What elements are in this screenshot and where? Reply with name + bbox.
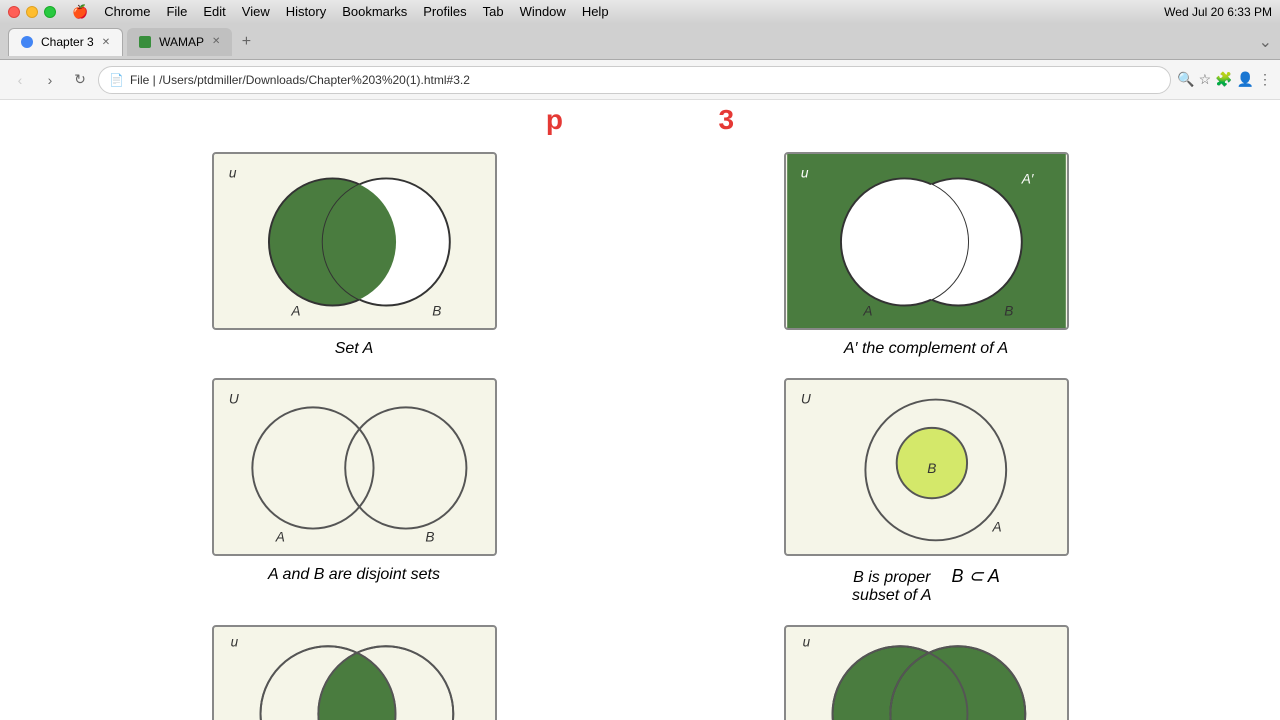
tab-close-chapter3[interactable]: ✕	[102, 37, 110, 48]
tab-overflow-button[interactable]: ⌄	[1259, 32, 1272, 52]
venn-svg-bottom-right: u	[786, 627, 1067, 720]
circle-a-label-disj: A	[274, 529, 284, 544]
back-button[interactable]: ‹	[8, 68, 32, 92]
circle-b-label-disj: B	[425, 529, 434, 544]
venn-box-set-a: u A B	[212, 152, 497, 330]
menu-help[interactable]: Help	[582, 4, 609, 20]
caption-proper-subset-container: B is propersubset of A B ⊂ A	[852, 566, 1000, 605]
diagram-set-a: u A B Set A	[80, 152, 628, 358]
caption-complement-a: A′ the complement of A	[844, 340, 1008, 358]
toolbar-right: 🔍 ☆ 🧩 👤 ⋮	[1177, 71, 1272, 88]
set-a-italic: A	[363, 340, 374, 357]
corner-label-u: u	[228, 165, 236, 180]
venn-box-complement-a: u A′ A B	[784, 152, 1069, 330]
diagrams-row-3: u u	[80, 625, 1200, 720]
menu-file[interactable]: File	[166, 4, 187, 20]
titlebar: 🍎 Chrome File Edit View History Bookmark…	[0, 0, 1280, 24]
venn-svg-bottom-left: u	[214, 627, 495, 720]
venn-svg-complement-a: u A′ A B	[786, 154, 1067, 328]
venn-svg-set-a: u A B	[214, 154, 495, 328]
time-display: Wed Jul 20 6:33 PM	[1164, 5, 1272, 19]
address-input[interactable]: 📄 File | /Users/ptdmiller/Downloads/Chap…	[98, 66, 1171, 94]
menu-profiles[interactable]: Profiles	[423, 4, 466, 20]
caption-proper-subset-text: B is propersubset of A	[852, 569, 931, 605]
address-text[interactable]: File | /Users/ptdmiller/Downloads/Chapte…	[130, 73, 470, 87]
traffic-lights[interactable]	[8, 6, 56, 18]
tab-close-wamap[interactable]: ✕	[212, 36, 220, 47]
prime-label: A′	[1020, 171, 1033, 186]
circle-b-label-comp: B	[1004, 303, 1013, 318]
tab-label-chapter3: Chapter 3	[41, 35, 94, 49]
diagram-complement-a: u A′ A B A′ the complement of A	[652, 152, 1200, 358]
menu-window[interactable]: Window	[520, 4, 566, 20]
menu-view[interactable]: View	[242, 4, 270, 20]
corner-label-u-comp: u	[800, 165, 808, 180]
new-tab-button[interactable]: +	[236, 32, 256, 52]
more-icon[interactable]: ⋮	[1258, 71, 1272, 88]
caption-set-a: Set A	[335, 340, 374, 358]
tab-favicon-chapter3	[21, 36, 33, 48]
menu-apple[interactable]: 🍎	[72, 4, 88, 20]
caption-proper-subset-symbol: B ⊂ A	[952, 566, 1000, 587]
titlebar-right: Wed Jul 20 6:33 PM	[1164, 5, 1272, 19]
tab-label-wamap: WAMAP	[159, 35, 204, 49]
tab-favicon-wamap	[139, 36, 151, 48]
tab-bar: Chapter 3 ✕ WAMAP ✕ + ⌄	[0, 24, 1280, 60]
circle-a-label: A	[290, 303, 300, 318]
corner-label-U-sub: U	[800, 391, 810, 406]
venn-svg-disjoint: U A B	[214, 380, 495, 554]
profile-icon[interactable]: 👤	[1237, 71, 1254, 88]
menu-tab[interactable]: Tab	[483, 4, 504, 20]
close-button[interactable]	[8, 6, 20, 18]
circle-a-label-sub: A	[991, 520, 1001, 535]
corner-label-u-bot-left: u	[230, 634, 238, 649]
tab-chapter3[interactable]: Chapter 3 ✕	[8, 28, 123, 56]
corner-label-u-bot-right: u	[802, 634, 810, 649]
menu-bar: 🍎 Chrome File Edit View History Bookmark…	[72, 4, 609, 20]
diagram-proper-subset: U B A B is propersubset of A B ⊂ A	[652, 378, 1200, 605]
caption-disjoint: A and B are disjoint sets	[268, 566, 440, 584]
bookmark-icon[interactable]: ☆	[1199, 71, 1212, 88]
venn-svg-proper-subset: U B A	[786, 380, 1067, 554]
menu-history[interactable]: History	[286, 4, 326, 20]
diagrams-row-1: u A B Set A	[80, 152, 1200, 358]
header-text: p 3	[546, 104, 734, 135]
menu-bookmarks[interactable]: Bookmarks	[342, 4, 407, 20]
reload-button[interactable]: ↻	[68, 68, 92, 92]
address-bar: ‹ › ↻ 📄 File | /Users/ptdmiller/Download…	[0, 60, 1280, 100]
main-content: p 3	[0, 100, 1280, 720]
venn-box-bottom-left: u	[212, 625, 497, 720]
page-header: p 3	[80, 100, 1200, 152]
tab-wamap[interactable]: WAMAP ✕	[127, 28, 232, 56]
circle-b-label: B	[432, 303, 441, 318]
menu-chrome[interactable]: Chrome	[104, 4, 150, 20]
lock-icon: 📄	[109, 73, 124, 87]
extension-icon[interactable]: 🧩	[1215, 71, 1232, 88]
diagram-bottom-right: u	[652, 625, 1200, 720]
venn-box-proper-subset: U B A	[784, 378, 1069, 556]
maximize-button[interactable]	[44, 6, 56, 18]
menu-edit[interactable]: Edit	[203, 4, 225, 20]
minimize-button[interactable]	[26, 6, 38, 18]
diagrams-row-2: U A B A and B are disjoint sets U B	[80, 378, 1200, 605]
circle-a-label-comp: A	[862, 303, 872, 318]
corner-label-U-disj: U	[228, 391, 238, 406]
venn-box-bottom-right: u	[784, 625, 1069, 720]
venn-box-disjoint: U A B	[212, 378, 497, 556]
diagram-bottom-left: u	[80, 625, 628, 720]
circle-b-label-sub: B	[927, 461, 936, 476]
search-icon[interactable]: 🔍	[1177, 71, 1194, 88]
diagram-disjoint: U A B A and B are disjoint sets	[80, 378, 628, 605]
forward-button[interactable]: ›	[38, 68, 62, 92]
